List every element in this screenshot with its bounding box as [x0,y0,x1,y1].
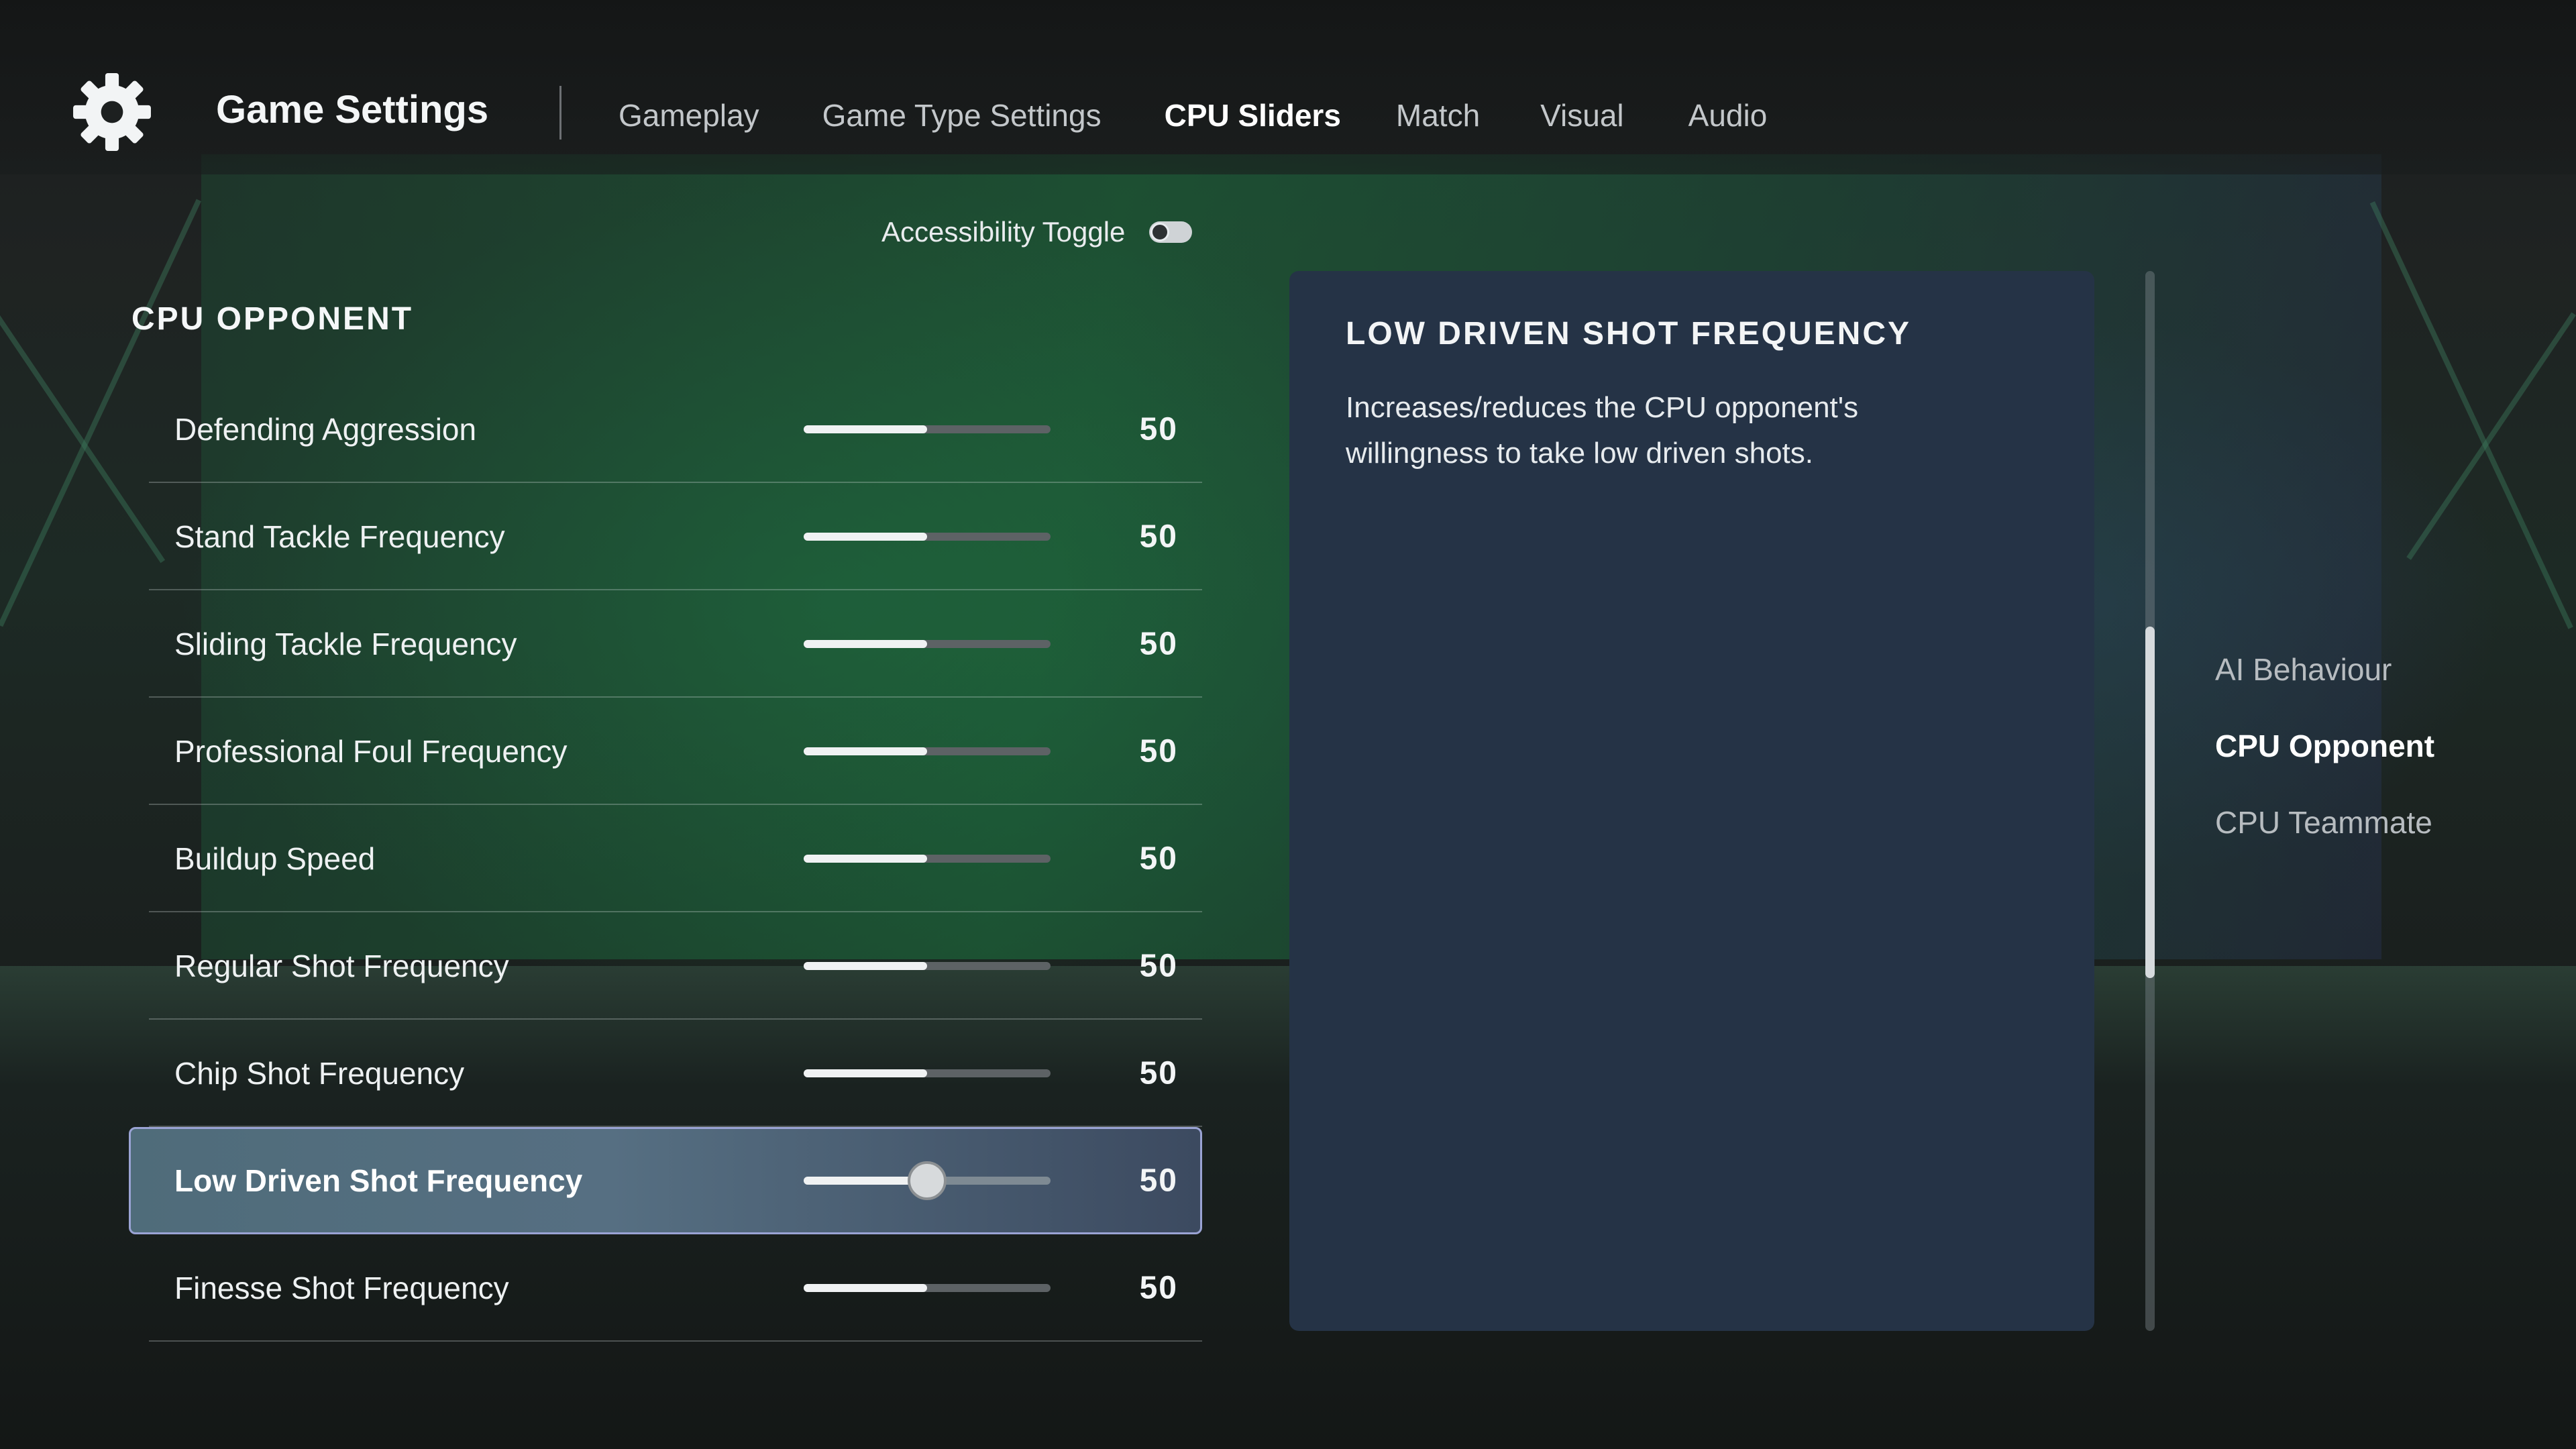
slider-row-professional-foul-frequency[interactable]: Professional Foul Frequency 50 [129,698,1202,805]
tab-audio[interactable]: Audio [1688,97,1768,133]
slider-value: 50 [1139,948,1178,984]
toggle-knob [1150,223,1170,241]
slider-label: Low Driven Shot Frequency [174,1163,583,1198]
slider-track[interactable] [804,1284,1051,1292]
slider-fill [804,533,927,541]
slider-track[interactable] [804,962,1051,970]
slider-label: Finesse Shot Frequency [174,1271,509,1305]
slider-fill [804,747,927,755]
page-title: Game Settings [216,88,489,131]
header-divider [559,86,561,140]
description-panel: LOW DRIVEN SHOT FREQUENCY Increases/redu… [1289,271,2094,1331]
slider-track[interactable] [804,1161,1051,1200]
section-title: CPU OPPONENT [131,301,414,337]
slider-row-defending-aggression[interactable]: Defending Aggression 50 [129,376,1202,483]
scrollbar-track[interactable] [2145,271,2155,1331]
header-bar: Game Settings Gameplay Game Type Setting… [0,0,2576,174]
category-nav: AI Behaviour CPU Opponent CPU Teammate [2215,648,2434,877]
slider-track[interactable] [804,640,1051,648]
slider-label: Professional Foul Frequency [174,734,568,769]
slider-fill [804,640,927,648]
slider-row-low-driven-shot-frequency[interactable]: Low Driven Shot Frequency 50 [129,1127,1202,1234]
slider-fill [804,855,927,863]
slider-fill [804,1069,927,1077]
gear-icon [70,70,154,154]
slider-fill [804,962,927,970]
slider-list: Defending Aggression 50 Stand Tackle Fre… [129,376,1202,1342]
slider-fill [804,1284,927,1292]
tab-visual[interactable]: Visual [1540,97,1623,133]
slider-thumb[interactable] [908,1161,947,1200]
tab-bar: Gameplay Game Type Settings CPU Sliders … [619,97,1767,133]
accessibility-toggle[interactable] [1149,221,1193,243]
slider-label: Buildup Speed [174,841,376,876]
slider-label: Stand Tackle Frequency [174,519,505,554]
slider-row-chip-shot-frequency[interactable]: Chip Shot Frequency 50 [129,1020,1202,1127]
slider-label: Sliding Tackle Frequency [174,627,517,661]
tab-match[interactable]: Match [1396,97,1480,133]
background-line [2369,201,2573,629]
slider-value: 50 [1139,1163,1178,1199]
slider-label: Regular Shot Frequency [174,949,509,983]
slider-label: Defending Aggression [174,412,477,447]
row-divider [149,1340,1202,1342]
background-line [2406,312,2576,560]
slider-track[interactable] [804,855,1051,863]
category-ai-behaviour[interactable]: AI Behaviour [2215,648,2434,724]
slider-value: 50 [1139,626,1178,662]
slider-value: 50 [1139,1270,1178,1306]
slider-track[interactable] [804,747,1051,755]
slider-track[interactable] [804,425,1051,433]
tab-gameplay[interactable]: Gameplay [619,97,759,133]
slider-value: 50 [1139,519,1178,555]
slider-value: 50 [1139,1055,1178,1091]
slider-label: Chip Shot Frequency [174,1056,465,1091]
description-title: LOW DRIVEN SHOT FREQUENCY [1346,316,1912,352]
category-cpu-teammate[interactable]: CPU Teammate [2215,801,2434,877]
slider-row-finesse-shot-frequency[interactable]: Finesse Shot Frequency 50 [129,1234,1202,1342]
slider-row-regular-shot-frequency[interactable]: Regular Shot Frequency 50 [129,912,1202,1020]
tab-game-type-settings[interactable]: Game Type Settings [822,97,1102,133]
slider-row-buildup-speed[interactable]: Buildup Speed 50 [129,805,1202,912]
scrollbar-thumb[interactable] [2145,627,2155,978]
slider-value: 50 [1139,841,1178,877]
accessibility-toggle-group: Accessibility Toggle [881,216,1193,248]
description-body: Increases/reduces the CPU opponent's wil… [1346,391,1859,470]
slider-fill [804,425,927,433]
slider-track[interactable] [804,533,1051,541]
slider-row-sliding-tackle-frequency[interactable]: Sliding Tackle Frequency 50 [129,590,1202,698]
slider-row-stand-tackle-frequency[interactable]: Stand Tackle Frequency 50 [129,483,1202,590]
slider-value: 50 [1139,411,1178,447]
slider-value: 50 [1139,733,1178,769]
category-cpu-opponent[interactable]: CPU Opponent [2215,724,2434,801]
slider-track[interactable] [804,1069,1051,1077]
accessibility-toggle-label: Accessibility Toggle [881,216,1126,248]
tab-cpu-sliders[interactable]: CPU Sliders [1165,97,1341,133]
